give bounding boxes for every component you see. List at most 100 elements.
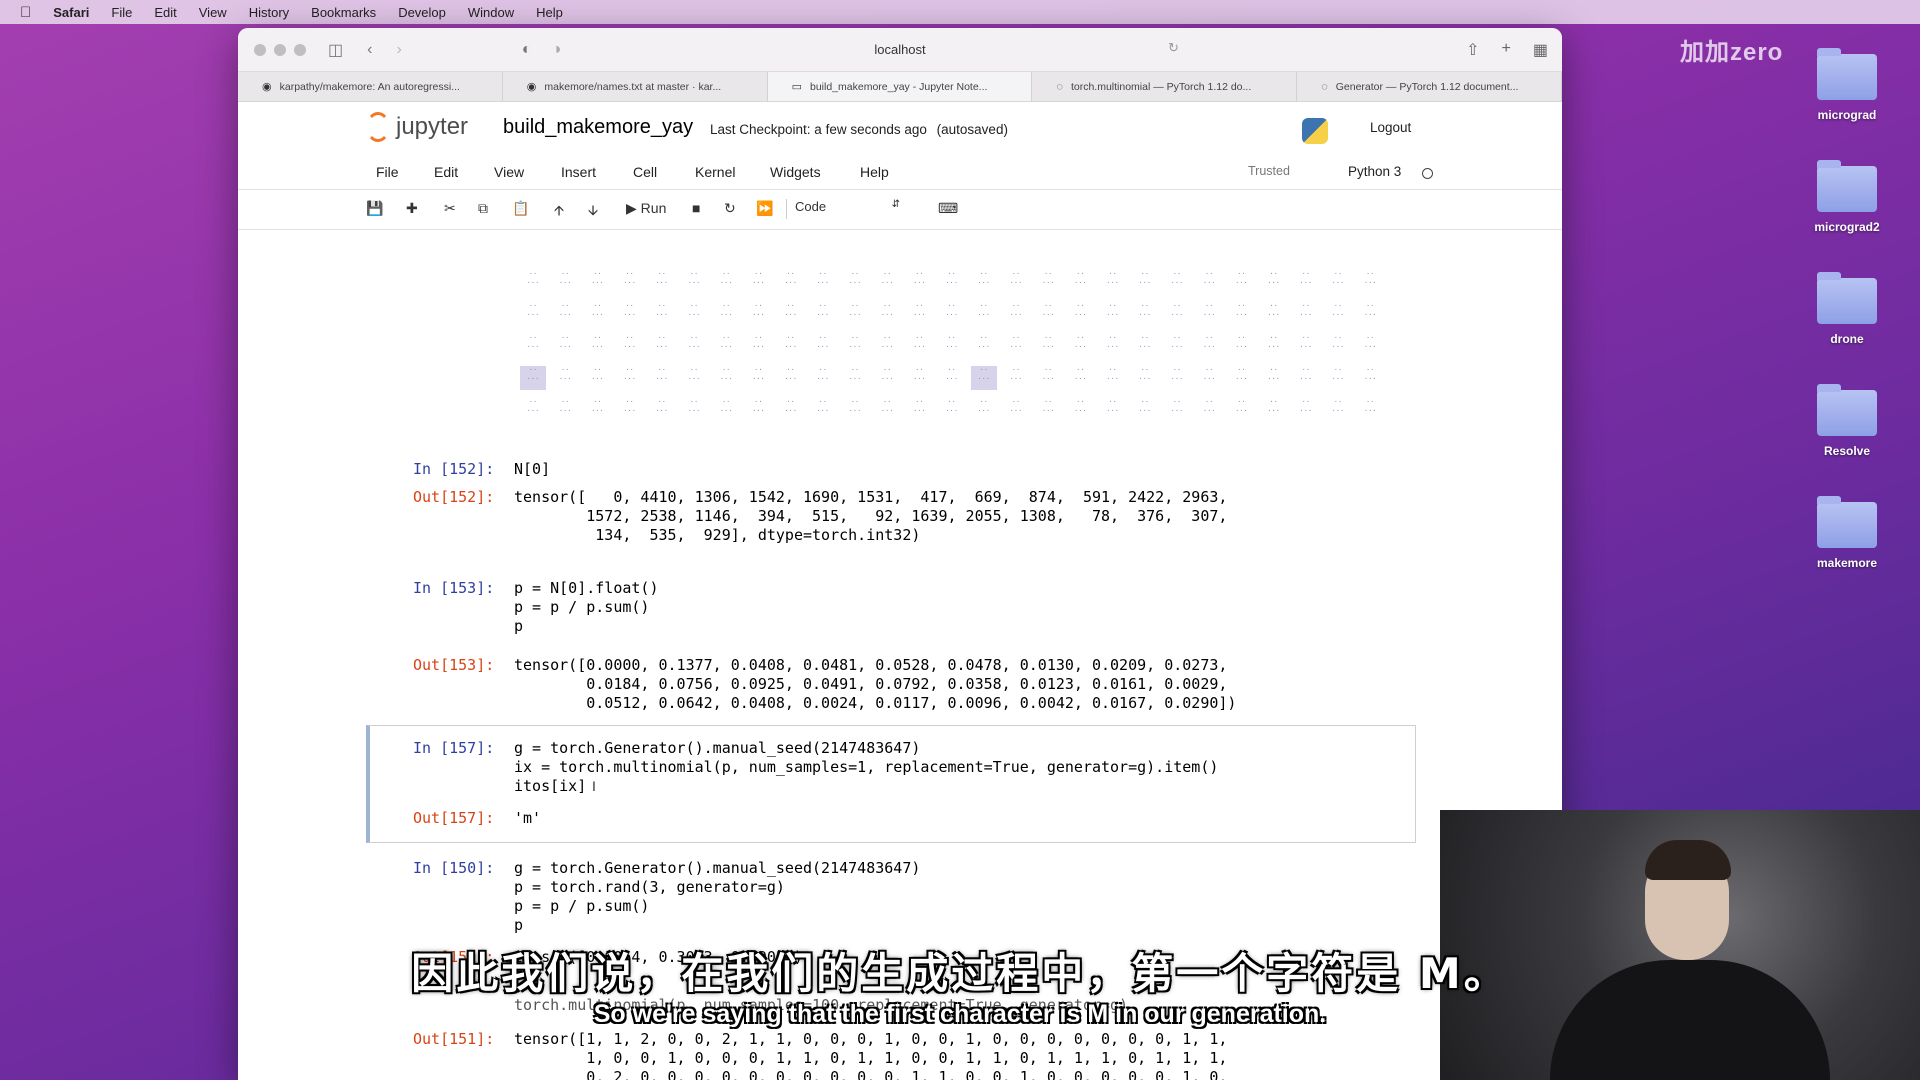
code-cell-150[interactable]: g = torch.Generator().manual_seed(214748… xyxy=(514,859,920,935)
tab-torch-generator[interactable]: ◌ Generator — PyTorch 1.12 document... xyxy=(1297,72,1562,101)
tab-bar: ◉ karpathy/makemore: An autoregressi... … xyxy=(238,72,1562,102)
heatmap-cell: ·· ··· xyxy=(816,334,830,351)
code-cell-153[interactable]: p = N[0].float() p = p / p.sum() p xyxy=(514,579,659,636)
heatmap-cell: ·· ··· xyxy=(1106,270,1119,287)
nb-menu-kernel[interactable]: Kernel xyxy=(695,164,735,180)
tab-makemore-repo[interactable]: ◉ karpathy/makemore: An autoregressi... xyxy=(238,72,503,101)
autosaved-text: (autosaved) xyxy=(936,122,1008,137)
nb-menu-cell[interactable]: Cell xyxy=(633,164,657,180)
menu-file[interactable]: File xyxy=(111,5,132,20)
desktop-folder-micrograd[interactable]: micrograd xyxy=(1792,40,1902,152)
tab-names-txt[interactable]: ◉ makemore/names.txt at master · kar... xyxy=(503,72,768,101)
menu-help[interactable]: Help xyxy=(536,5,563,20)
heatmap-cell: ·· ··· xyxy=(752,334,765,351)
menu-edit[interactable]: Edit xyxy=(154,5,176,20)
zoom-window-button[interactable] xyxy=(294,43,306,56)
paste-icon[interactable]: 📋 xyxy=(512,200,529,217)
checkpoint-text: Last Checkpoint: a few seconds ago xyxy=(710,122,927,137)
code-cell-157[interactable]: g = torch.Generator().manual_seed(214748… xyxy=(514,739,1218,796)
nb-menu-view[interactable]: View xyxy=(494,164,524,180)
run-button[interactable]: ▶ Run xyxy=(626,200,666,217)
github-icon: ◉ xyxy=(526,81,537,93)
share-icon[interactable]: ⇧ xyxy=(1466,40,1479,60)
heatmap-cell: ·· ··· xyxy=(623,334,636,351)
output-prompt: Out[152]: xyxy=(413,488,495,506)
heatmap-cell: ·· ··· xyxy=(945,334,958,351)
github-icon: ◉ xyxy=(262,81,272,93)
heatmap-cell: ·· ··· xyxy=(687,270,701,287)
desktop-folder-micrograd2[interactable]: micrograd2 xyxy=(1792,152,1902,264)
desktop-folder-resolve[interactable]: Resolve xyxy=(1792,376,1902,488)
desktop-folder-makemore[interactable]: makemore xyxy=(1792,488,1902,600)
trusted-indicator[interactable]: Trusted xyxy=(1248,164,1290,178)
nb-menu-widgets[interactable]: Widgets xyxy=(770,164,821,180)
watermark-text: 加加zero xyxy=(1680,39,1784,66)
heatmap-cell: ·· ··· xyxy=(1202,270,1216,287)
forward-icon[interactable]: › xyxy=(396,41,401,59)
heatmap-cell: ·· ··· xyxy=(1299,366,1313,383)
sidebar-icon[interactable]: ◫ xyxy=(328,40,343,60)
tab-torch-multinomial[interactable]: ◌ torch.multinomial — PyTorch 1.12 do... xyxy=(1032,72,1298,101)
move-down-icon[interactable]: 🡫 xyxy=(588,200,598,224)
add-cell-icon[interactable]: ✚ xyxy=(406,200,418,217)
menu-view[interactable]: View xyxy=(199,5,227,20)
heatmap-cell: ·· ··· xyxy=(526,302,540,319)
cut-icon[interactable]: ✂ xyxy=(444,200,456,217)
restart-icon[interactable]: ↻ xyxy=(724,200,736,217)
move-up-icon[interactable]: 🡩 xyxy=(554,200,564,224)
address-bar[interactable]: localhost xyxy=(238,42,1562,57)
nb-menu-insert[interactable]: Insert xyxy=(561,164,596,180)
pytorch-icon: ◌ xyxy=(1321,80,1328,93)
tab-jupyter-notebook[interactable]: ▭ build_makemore_yay - Jupyter Note... xyxy=(767,72,1033,101)
heatmap-cell: ·· ··· xyxy=(945,270,958,287)
menu-history[interactable]: History xyxy=(249,5,289,20)
save-icon[interactable]: 💾 xyxy=(366,200,383,217)
address-text[interactable]: localhost xyxy=(874,42,925,57)
heatmap-cell: ·· ··· xyxy=(752,302,765,319)
heatmap-cell: ·· ··· xyxy=(623,302,636,319)
code-cell-152[interactable]: N[0] xyxy=(514,460,550,479)
nb-menu-edit[interactable]: Edit xyxy=(434,164,458,180)
heatmap-cell: ·· ··· xyxy=(1074,366,1087,383)
close-window-button[interactable] xyxy=(254,43,266,56)
heatmap-cell: ·· ··· xyxy=(1106,398,1119,415)
minimize-window-button[interactable] xyxy=(274,43,286,56)
heatmap-cell: ·· ··· xyxy=(1235,270,1248,287)
menu-safari[interactable]: Safari xyxy=(53,5,89,20)
jupyter-logo-icon xyxy=(366,112,390,142)
jupyter-logo[interactable]: jupyter xyxy=(366,112,468,142)
menu-develop[interactable]: Develop xyxy=(398,5,446,20)
tab-overview-icon[interactable]: ▦ xyxy=(1533,40,1548,60)
new-tab-icon[interactable]: + xyxy=(1502,40,1511,60)
notebook-title[interactable]: build_makemore_yay xyxy=(503,116,693,139)
presenter-hair xyxy=(1645,840,1731,880)
copy-icon[interactable]: ⧉ xyxy=(478,200,488,217)
heatmap-cell: ·· ··· xyxy=(880,270,894,287)
heatmap-cell: ·· ··· xyxy=(558,302,572,319)
kernel-name[interactable]: Python 3 xyxy=(1348,164,1401,179)
kernel-status-icon xyxy=(1422,168,1433,179)
menu-bookmarks[interactable]: Bookmarks xyxy=(311,5,376,20)
heatmap-cell: ·· ··· xyxy=(655,270,669,287)
cell-type-select[interactable]: Code ⇵ xyxy=(786,199,906,219)
heatmap-cell: ·· ··· xyxy=(1074,270,1087,287)
folder-icon xyxy=(1817,496,1877,548)
heatmap-cell: ·· ··· xyxy=(1074,302,1087,319)
back-icon[interactable]: ‹ xyxy=(367,41,372,59)
menu-window[interactable]: Window xyxy=(468,5,514,20)
shield-icon[interactable]: ◑ xyxy=(551,41,561,59)
nb-menu-help[interactable]: Help xyxy=(860,164,889,180)
privacy-report-icon[interactable]: ◐ xyxy=(522,41,532,59)
nb-menu-file[interactable]: File xyxy=(376,164,399,180)
fast-forward-icon[interactable]: ⏩ xyxy=(756,200,773,217)
heatmap-cell: ·· ··· xyxy=(687,334,701,351)
heatmap-cell: ·· ··· xyxy=(784,302,797,319)
logout-button[interactable]: Logout xyxy=(1370,120,1411,135)
apple-icon[interactable]:  xyxy=(20,4,31,21)
heatmap-cell: ·· ··· xyxy=(687,302,701,319)
stop-icon[interactable]: ■ xyxy=(692,200,700,216)
keyboard-icon[interactable]: ⌨ xyxy=(938,200,958,217)
desktop-folder-drone[interactable]: drone xyxy=(1792,264,1902,376)
heatmap-cell: ·· ··· xyxy=(655,366,669,383)
reload-icon[interactable]: ↻ xyxy=(1168,40,1179,56)
